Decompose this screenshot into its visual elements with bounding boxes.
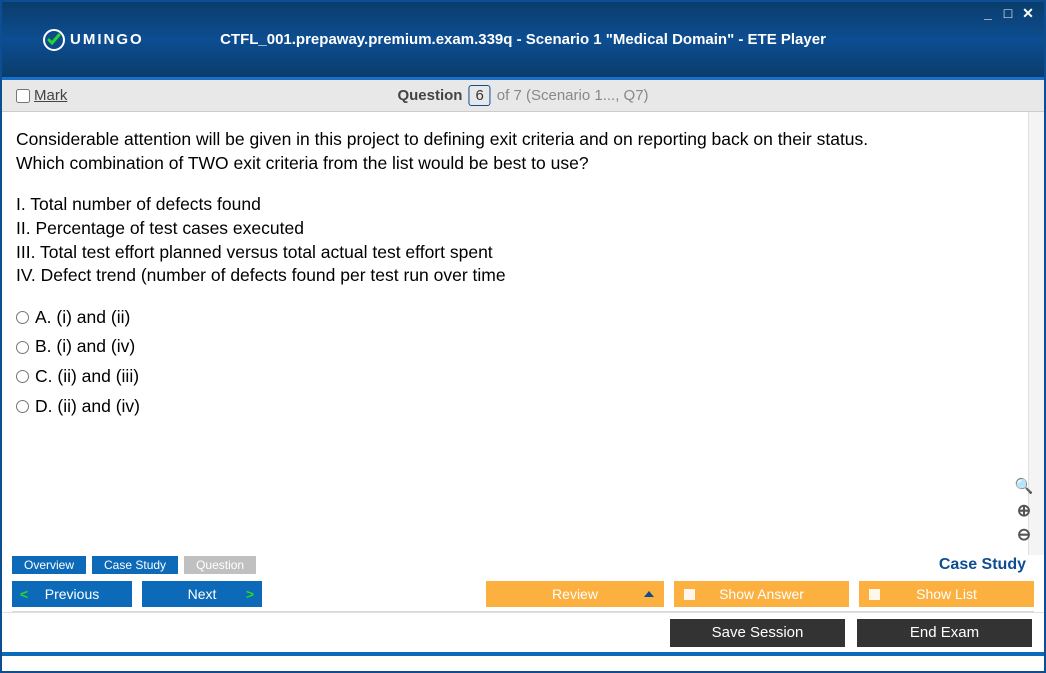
- answers: A. (i) and (ii) B. (i) and (iv) C. (ii) …: [16, 306, 1030, 419]
- question-number: Question 6 of 7 (Scenario 1..., Q7): [397, 85, 648, 106]
- roman-i: I. Total number of defects found: [16, 193, 1030, 217]
- review-button[interactable]: Review: [486, 581, 664, 607]
- review-label: Review: [552, 586, 598, 602]
- window-title: CTFL_001.prepaway.premium.exam.339q - Sc…: [220, 31, 826, 48]
- zoom-in-icon[interactable]: ⊕: [1014, 501, 1034, 521]
- roman-iii: III. Total test effort planned versus to…: [16, 241, 1030, 265]
- answer-a-label: A. (i) and (ii): [35, 306, 130, 330]
- logo: UMINGO: [42, 28, 144, 52]
- tabs-row: Overview Case Study Question Case Study: [2, 555, 1044, 575]
- answer-b[interactable]: B. (i) and (iv): [16, 335, 1030, 359]
- close-icon[interactable]: ✕: [1020, 6, 1036, 20]
- previous-button[interactable]: < Previous: [12, 581, 132, 607]
- tab-overview[interactable]: Overview: [12, 556, 86, 574]
- previous-label: Previous: [45, 586, 99, 602]
- answer-d-label: D. (ii) and (iv): [35, 395, 140, 419]
- bottom-row: Save Session End Exam: [2, 612, 1044, 652]
- show-list-button[interactable]: Show List: [859, 581, 1034, 607]
- triangle-up-icon: [644, 591, 654, 597]
- answer-c-radio[interactable]: [16, 370, 29, 383]
- answer-c-label: C. (ii) and (iii): [35, 365, 139, 389]
- roman-list: I. Total number of defects found II. Per…: [16, 193, 1030, 288]
- answer-b-label: B. (i) and (iv): [35, 335, 135, 359]
- case-study-label: Case Study: [939, 556, 1034, 574]
- titlebar: _ □ ✕ UMINGO CTFL_001.prepaway.premium.e…: [2, 2, 1044, 80]
- answer-d[interactable]: D. (ii) and (iv): [16, 395, 1030, 419]
- answer-c[interactable]: C. (ii) and (iii): [16, 365, 1030, 389]
- answer-b-radio[interactable]: [16, 341, 29, 354]
- logo-text: UMINGO: [70, 31, 144, 48]
- zoom-controls: 🔍 ⊕ ⊖: [1014, 477, 1034, 545]
- answer-d-radio[interactable]: [16, 400, 29, 413]
- mark-checkbox[interactable]: [16, 89, 30, 103]
- show-list-label: Show List: [916, 586, 977, 602]
- answer-a[interactable]: A. (i) and (ii): [16, 306, 1030, 330]
- mark-label[interactable]: Mark: [34, 87, 67, 104]
- show-answer-button[interactable]: Show Answer: [674, 581, 849, 607]
- checkbox-icon: [869, 589, 880, 600]
- chevron-right-icon: >: [246, 586, 254, 602]
- mark-checkbox-wrap[interactable]: Mark: [16, 87, 67, 104]
- answer-a-radio[interactable]: [16, 311, 29, 324]
- stem-line2: Which combination of TWO exit criteria f…: [16, 153, 589, 173]
- roman-ii: II. Percentage of test cases executed: [16, 217, 1030, 241]
- footer-accent: [2, 652, 1044, 656]
- question-word: Question: [397, 87, 462, 104]
- chevron-left-icon: <: [20, 586, 28, 602]
- show-answer-label: Show Answer: [719, 586, 804, 602]
- end-exam-button[interactable]: End Exam: [857, 619, 1032, 647]
- stem-line1: Considerable attention will be given in …: [16, 129, 868, 149]
- maximize-icon[interactable]: □: [1000, 6, 1016, 20]
- question-number-box[interactable]: 6: [468, 85, 490, 106]
- next-label: Next: [188, 586, 217, 602]
- zoom-out-icon[interactable]: ⊖: [1014, 525, 1034, 545]
- question-content: Considerable attention will be given in …: [2, 112, 1044, 555]
- tab-case-study[interactable]: Case Study: [92, 556, 178, 574]
- tab-question[interactable]: Question: [184, 556, 256, 574]
- question-bar: Mark Question 6 of 7 (Scenario 1..., Q7): [2, 80, 1044, 112]
- window-controls: _ □ ✕: [980, 6, 1036, 20]
- magnify-icon[interactable]: 🔍: [1014, 477, 1034, 497]
- toolbar: < Previous Next > Review Show Answer Show …: [2, 575, 1044, 611]
- checkbox-icon: [684, 589, 695, 600]
- question-suffix: of 7 (Scenario 1..., Q7): [497, 87, 649, 104]
- next-button[interactable]: Next >: [142, 581, 262, 607]
- save-session-button[interactable]: Save Session: [670, 619, 845, 647]
- roman-iv: IV. Defect trend (number of defects foun…: [16, 264, 1030, 288]
- question-stem: Considerable attention will be given in …: [16, 128, 1030, 175]
- minimize-icon[interactable]: _: [980, 6, 996, 20]
- logo-checkmark-icon: [42, 28, 66, 52]
